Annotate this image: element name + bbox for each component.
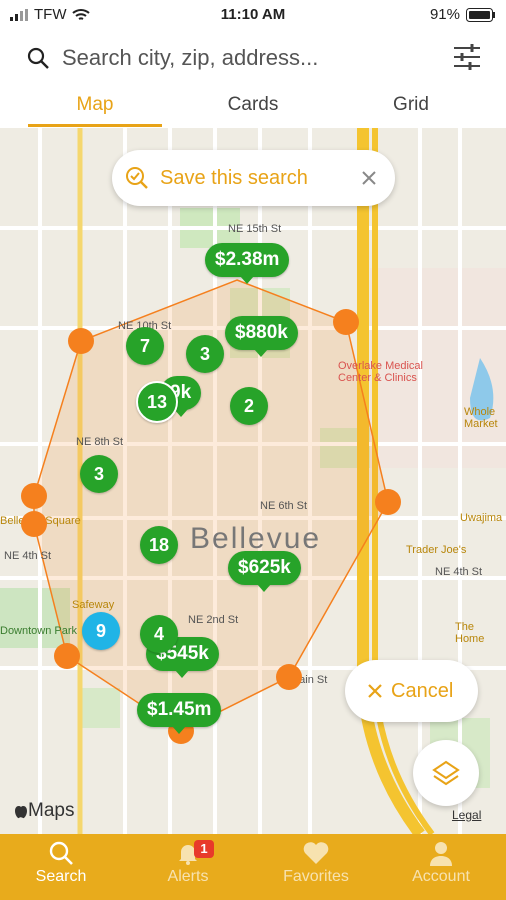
cancel-button[interactable]: Cancel xyxy=(345,660,478,722)
nav-favorites-label: Favorites xyxy=(283,868,349,885)
close-icon xyxy=(368,684,382,698)
street-label: NE 2nd St xyxy=(188,614,239,626)
nav-search-label: Search xyxy=(35,868,87,885)
save-search-label: Save this search xyxy=(160,166,308,189)
place-label: The Home xyxy=(455,621,485,645)
filter-icon[interactable] xyxy=(452,42,482,72)
maps-label: Maps xyxy=(28,800,75,821)
layers-button[interactable] xyxy=(413,740,479,806)
map-view[interactable]: NE 15th St NE 10th St NE 8th St NE 6th S… xyxy=(0,128,506,834)
maps-attribution: Maps xyxy=(14,800,74,822)
street-label: NE 15th St xyxy=(228,223,282,235)
place-label: Whole Market xyxy=(464,406,498,430)
place-label: Downtown Park xyxy=(0,625,78,637)
street-label: NE 4th St xyxy=(4,550,52,562)
place-label: Trader Joe's xyxy=(406,544,467,556)
nav-favorites[interactable]: Favorites xyxy=(266,840,366,886)
street-label: NE 6th St xyxy=(260,500,308,512)
battery-percent: 91% xyxy=(429,6,460,23)
layers-icon xyxy=(432,760,460,786)
polygon-vertex[interactable] xyxy=(68,328,94,354)
search-bar[interactable]: Search city, zip, address... xyxy=(26,40,466,76)
price-pin[interactable]: $880k xyxy=(225,316,298,357)
battery-icon xyxy=(466,7,495,22)
cluster-marker[interactable]: 3 xyxy=(80,455,118,493)
save-search-button[interactable]: Save this search xyxy=(112,150,395,206)
tab-map[interactable]: Map xyxy=(30,94,160,116)
price-pin[interactable]: $625k xyxy=(228,551,301,592)
polygon-vertex[interactable] xyxy=(21,483,47,509)
person-icon xyxy=(430,842,452,866)
nav-alerts[interactable]: 1 Alerts xyxy=(138,840,238,886)
bottom-nav: Search 1 Alerts Favorites Account xyxy=(0,834,506,900)
place-label: Safeway xyxy=(72,599,115,611)
price-pin[interactable]: $1.45m xyxy=(137,693,222,734)
nav-search[interactable]: Search xyxy=(11,840,111,886)
polygon-vertex[interactable] xyxy=(333,309,359,335)
save-search-icon xyxy=(126,167,148,189)
polygon-vertex[interactable] xyxy=(375,489,401,515)
active-tab-indicator xyxy=(28,124,162,127)
polygon-vertex[interactable] xyxy=(276,664,302,690)
battery-info: 91% xyxy=(430,6,496,23)
polygon-vertex[interactable] xyxy=(54,643,80,669)
nav-account[interactable]: Account xyxy=(391,840,491,886)
tab-grid[interactable]: Grid xyxy=(346,94,476,116)
apple-icon xyxy=(15,806,27,819)
cluster-marker[interactable]: 3 xyxy=(186,335,224,373)
street-label: NE 4th St xyxy=(435,566,483,578)
street-label: NE 8th St xyxy=(76,436,124,448)
cluster-marker[interactable]: 4 xyxy=(140,615,178,653)
nav-account-label: Account xyxy=(412,868,470,885)
search-icon xyxy=(27,47,49,69)
tab-cards[interactable]: Cards xyxy=(188,94,318,116)
search-icon xyxy=(49,841,73,865)
search-input[interactable]: Search city, zip, address... xyxy=(62,45,318,71)
cluster-marker[interactable]: 2 xyxy=(230,387,268,425)
place-label: Uwajima xyxy=(460,512,503,524)
view-tabs: Map Cards Grid xyxy=(0,88,506,128)
price-pin[interactable]: $2.38m xyxy=(205,243,290,284)
cancel-label: Cancel xyxy=(391,679,454,702)
cluster-marker[interactable]: 13 xyxy=(136,381,178,423)
heart-icon xyxy=(303,842,329,864)
place-label: Overlake Medical Center & Clinics xyxy=(338,360,423,384)
cluster-marker[interactable]: 18 xyxy=(140,526,178,564)
alerts-badge: 1 xyxy=(194,840,214,858)
status-bar: TFW 11:10 AM 91% xyxy=(0,0,506,30)
nav-alerts-label: Alerts xyxy=(167,868,209,885)
close-icon[interactable] xyxy=(361,170,377,186)
polygon-vertex[interactable] xyxy=(21,511,47,537)
cluster-marker[interactable]: 7 xyxy=(126,327,164,365)
legal-link[interactable]: Legal xyxy=(452,808,481,822)
cluster-marker-blue[interactable]: 9 xyxy=(82,612,120,650)
